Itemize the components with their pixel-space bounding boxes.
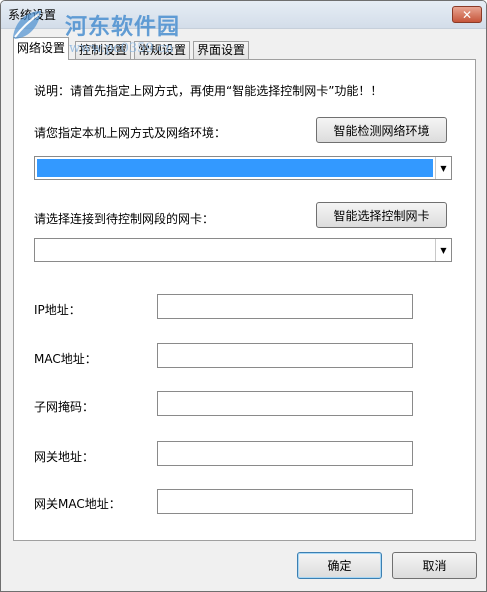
tab-general-settings[interactable]: 常规设置 bbox=[134, 41, 191, 59]
gateway-address-label: 网关地址： bbox=[34, 450, 95, 464]
window-title: 系统设置 bbox=[8, 8, 57, 22]
ip-address-field[interactable] bbox=[157, 294, 413, 319]
tab-network-settings[interactable]: 网络设置 bbox=[13, 37, 70, 60]
select-nic-button[interactable]: 智能选择控制网卡 bbox=[316, 202, 447, 228]
chevron-down-icon[interactable]: ▼ bbox=[435, 239, 451, 261]
gateway-mac-label: 网关MAC地址： bbox=[34, 497, 121, 511]
mac-address-label: MAC地址： bbox=[34, 352, 97, 366]
cancel-button[interactable]: 取消 bbox=[392, 552, 477, 579]
mac-address-field[interactable] bbox=[157, 343, 413, 368]
network-mode-select[interactable]: ▼ bbox=[34, 156, 452, 180]
subnet-mask-label: 子网掩码： bbox=[34, 400, 95, 414]
network-settings-panel: 说明：请首先指定上网方式，再使用“智能选择控制网卡”功能！！ 请您指定本机上网方… bbox=[13, 59, 476, 541]
selected-highlight bbox=[37, 159, 433, 177]
nic-label: 请选择连接到待控制网段的网卡： bbox=[34, 212, 215, 226]
settings-dialog: 系统设置 ✕ 河东软件园 www.pc0359.cn 网络设置 控制设置 常规设… bbox=[0, 0, 487, 592]
title-bar: 系统设置 ✕ bbox=[1, 1, 486, 29]
ok-button[interactable]: 确定 bbox=[297, 552, 382, 579]
subnet-mask-field[interactable] bbox=[157, 391, 413, 416]
gateway-address-field[interactable] bbox=[157, 441, 413, 466]
close-icon: ✕ bbox=[461, 7, 473, 22]
network-mode-label: 请您指定本机上网方式及网络环境： bbox=[34, 126, 227, 140]
tab-interface-settings[interactable]: 界面设置 bbox=[193, 41, 250, 59]
instruction-note: 说明：请首先指定上网方式，再使用“智能选择控制网卡”功能！！ bbox=[34, 84, 383, 98]
gateway-mac-field[interactable] bbox=[157, 489, 413, 514]
nic-select[interactable]: ▼ bbox=[34, 238, 452, 262]
chevron-down-icon[interactable]: ▼ bbox=[435, 157, 451, 179]
tab-control-settings[interactable]: 控制设置 bbox=[75, 41, 132, 59]
detect-network-button[interactable]: 智能检测网络环境 bbox=[316, 117, 447, 143]
close-button[interactable]: ✕ bbox=[452, 6, 482, 23]
ip-address-label: IP地址： bbox=[34, 303, 81, 317]
